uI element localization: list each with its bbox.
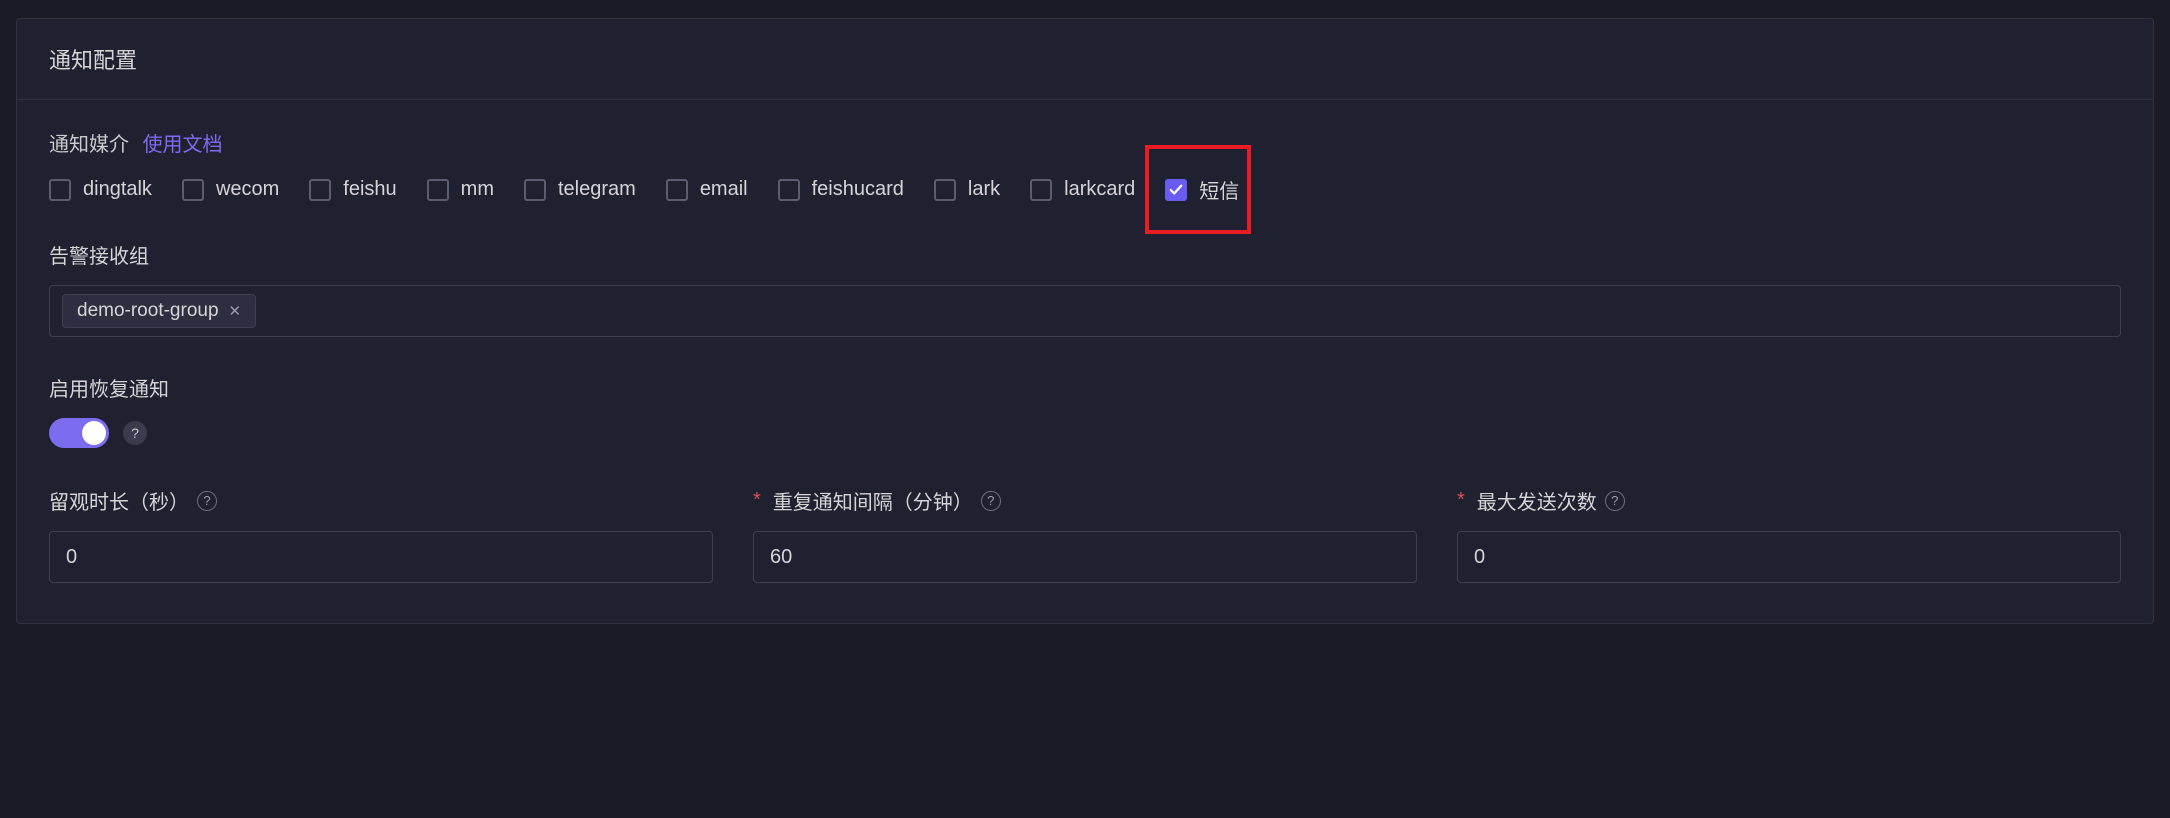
checkbox-feishu[interactable] xyxy=(309,179,331,201)
media-option-label: feishucard xyxy=(812,178,904,201)
panel-body: 通知媒介 使用文档 dingtalk wecom feishu mm telegram e… xyxy=(17,100,2153,623)
receiver-group-label: 告警接收组 xyxy=(49,240,2121,269)
checkbox-email[interactable] xyxy=(666,179,688,201)
repeat-interval-field: * 重复通知间隔（分钟） ? xyxy=(753,486,1417,583)
help-icon[interactable]: ? xyxy=(981,491,1001,511)
help-icon[interactable]: ? xyxy=(123,421,147,445)
media-option-dingtalk: dingtalk xyxy=(49,178,152,201)
max-send-count-field: * 最大发送次数 ? xyxy=(1457,486,2121,583)
checkbox-telegram[interactable] xyxy=(524,179,546,201)
checkbox-mm[interactable] xyxy=(427,179,449,201)
media-option-wecom: wecom xyxy=(182,178,279,201)
max-send-count-label-row: * 最大发送次数 ? xyxy=(1457,486,2121,515)
media-option-feishu: feishu xyxy=(309,178,396,201)
media-option-label: larkcard xyxy=(1064,178,1135,201)
media-option-label: dingtalk xyxy=(83,178,152,201)
checkbox-wecom[interactable] xyxy=(182,179,204,201)
recovery-notify-label: 启用恢复通知 xyxy=(49,373,2121,402)
media-option-sms: 短信 xyxy=(1165,175,1239,204)
receiver-group-tag: demo-root-group ✕ xyxy=(62,294,256,328)
panel-title: 通知配置 xyxy=(17,19,2153,100)
required-star: * xyxy=(1457,489,1465,512)
media-option-telegram: telegram xyxy=(524,178,636,201)
media-option-lark: lark xyxy=(934,178,1000,201)
help-icon[interactable]: ? xyxy=(1605,491,1625,511)
media-option-label: feishu xyxy=(343,178,396,201)
max-send-count-input[interactable] xyxy=(1457,531,2121,583)
toggle-knob xyxy=(82,421,106,445)
media-option-mm: mm xyxy=(427,178,494,201)
checkbox-lark[interactable] xyxy=(934,179,956,201)
repeat-interval-label: 重复通知间隔（分钟） xyxy=(773,486,973,515)
media-option-email: email xyxy=(666,178,748,201)
media-label-row: 通知媒介 使用文档 xyxy=(49,128,2121,157)
close-icon[interactable]: ✕ xyxy=(229,302,242,320)
observe-duration-label: 留观时长（秒） xyxy=(49,486,189,515)
notification-config-panel: 通知配置 通知媒介 使用文档 dingtalk wecom feishu mm tele… xyxy=(16,18,2154,624)
help-icon[interactable]: ? xyxy=(197,491,217,511)
media-options-row: dingtalk wecom feishu mm telegram email feishu… xyxy=(49,175,2121,204)
recovery-toggle[interactable] xyxy=(49,418,109,448)
required-star: * xyxy=(753,489,761,512)
repeat-interval-input[interactable] xyxy=(753,531,1417,583)
repeat-interval-label-row: * 重复通知间隔（分钟） ? xyxy=(753,486,1417,515)
media-label: 通知媒介 xyxy=(49,134,129,156)
observe-duration-input[interactable] xyxy=(49,531,713,583)
media-option-label: telegram xyxy=(558,178,636,201)
media-option-label: email xyxy=(700,178,748,201)
receiver-group-input[interactable]: demo-root-group ✕ xyxy=(49,285,2121,337)
highlight-annotation xyxy=(1145,145,1251,234)
observe-duration-field: 留观时长（秒） ? xyxy=(49,486,713,583)
checkbox-dingtalk[interactable] xyxy=(49,179,71,201)
max-send-count-label: 最大发送次数 xyxy=(1477,486,1597,515)
recovery-toggle-row: ? xyxy=(49,418,2121,448)
media-option-feishucard: feishucard xyxy=(778,178,904,201)
checkbox-feishucard[interactable] xyxy=(778,179,800,201)
checkbox-larkcard[interactable] xyxy=(1030,179,1052,201)
media-option-label: lark xyxy=(968,178,1000,201)
media-option-larkcard: larkcard xyxy=(1030,178,1135,201)
media-option-label: wecom xyxy=(216,178,279,201)
receiver-group-tag-label: demo-root-group xyxy=(77,300,219,322)
numeric-fields-row: 留观时长（秒） ? * 重复通知间隔（分钟） ? * 最大发送次数 ? xyxy=(49,486,2121,583)
media-option-label: mm xyxy=(461,178,494,201)
doc-link[interactable]: 使用文档 xyxy=(143,134,223,156)
observe-duration-label-row: 留观时长（秒） ? xyxy=(49,486,713,515)
